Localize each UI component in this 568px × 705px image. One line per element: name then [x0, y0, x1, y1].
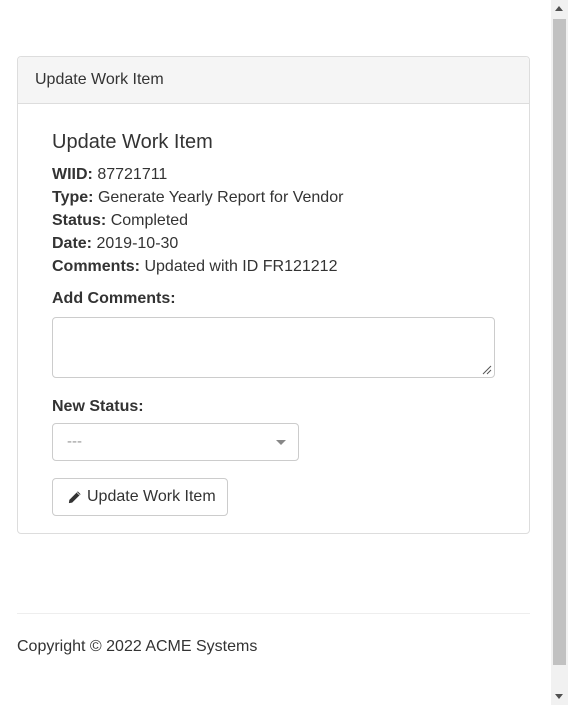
scroll-down-arrow-icon[interactable]: [551, 688, 568, 705]
copyright-text: Copyright © 2022 ACME Systems: [17, 638, 258, 655]
update-work-item-button-label: Update Work Item: [87, 488, 216, 505]
wiid-label: WIID:: [52, 166, 93, 183]
date-label: Date:: [52, 235, 93, 252]
wiid-row: WIID: 87721711: [52, 165, 167, 185]
comments-label: Comments:: [52, 258, 141, 275]
new-status-label: New Status:: [52, 398, 144, 415]
panel-heading: Update Work Item: [18, 57, 529, 104]
status-value: Completed: [110, 212, 189, 229]
comments-value: Updated with ID FR121212: [144, 258, 338, 275]
page: Update Work Item Update Work Item WIID: …: [0, 0, 568, 705]
wiid-value: 87721711: [97, 166, 168, 183]
date-value: 2019-10-30: [96, 235, 179, 252]
type-value: Generate Yearly Report for Vendor: [97, 189, 344, 206]
update-work-item-button[interactable]: Update Work Item: [52, 478, 228, 516]
comments-row: Comments: Updated with ID FR121212: [52, 257, 337, 277]
type-row: Type: Generate Yearly Report for Vendor: [52, 188, 343, 208]
scroll-up-arrow-icon[interactable]: [551, 0, 568, 17]
status-label: Status:: [52, 212, 107, 229]
add-comments-textarea[interactable]: [52, 317, 495, 378]
type-label: Type:: [52, 189, 94, 206]
footer-divider: [17, 613, 530, 614]
scrollbar-thumb[interactable]: [553, 19, 566, 665]
vertical-scrollbar[interactable]: [551, 0, 568, 705]
chevron-down-icon: [276, 440, 286, 445]
new-status-select[interactable]: ---: [52, 423, 299, 461]
resize-grip-icon[interactable]: [482, 365, 492, 375]
pencil-icon: [67, 490, 82, 505]
update-work-item-panel: Update Work Item Update Work Item WIID: …: [17, 56, 530, 534]
add-comments-label: Add Comments:: [52, 290, 176, 307]
section-title: Update Work Item: [52, 131, 213, 153]
date-row: Date: 2019-10-30: [52, 234, 178, 254]
status-row: Status: Completed: [52, 211, 188, 231]
new-status-selected-value: ---: [67, 433, 82, 450]
